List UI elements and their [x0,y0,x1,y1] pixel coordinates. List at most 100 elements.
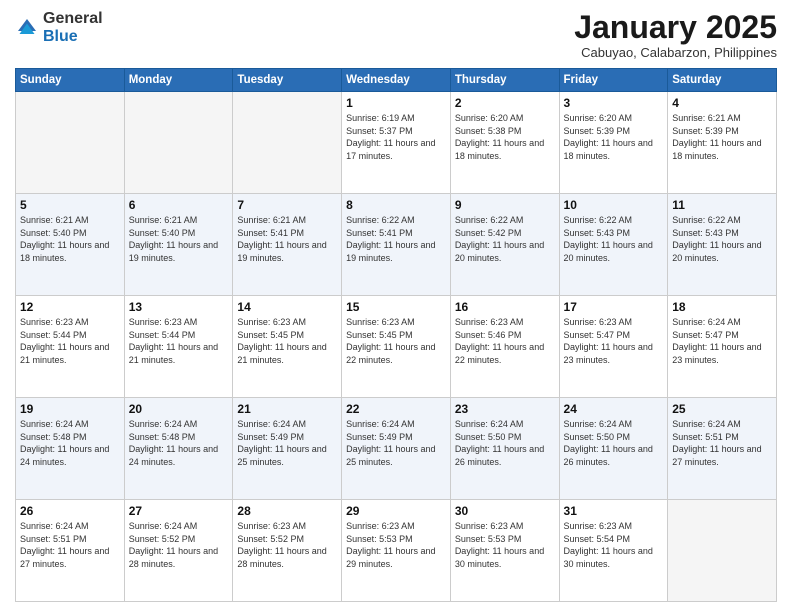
logo: General Blue [15,10,103,45]
logo-text: General Blue [43,10,103,45]
table-row: 18 Sunrise: 6:24 AM Sunset: 5:47 PM Dayli… [668,296,777,398]
calendar-week-row: 5 Sunrise: 6:21 AM Sunset: 5:40 PM Daylig… [16,194,777,296]
day-info: Sunrise: 6:24 AM Sunset: 5:49 PM Dayligh… [237,418,337,468]
table-row: 9 Sunrise: 6:22 AM Sunset: 5:42 PM Daylig… [450,194,559,296]
day-number: 10 [564,198,664,212]
day-number: 23 [455,402,555,416]
table-row: 16Sunrise: 6:23 AM Sunset: 5:46 PM Dayli… [450,296,559,398]
day-info: Sunrise: 6:21 AM Sunset: 5:40 PM Dayligh… [20,214,120,264]
day-info: Sunrise: 6:21 AM Sunset: 5:39 PM Dayligh… [672,112,772,162]
day-info: Sunrise: 6:24 AM Sunset: 5:50 PM Dayligh… [455,418,555,468]
day-number: 21 [237,402,337,416]
table-row: 28Sunrise: 6:23 AM Sunset: 5:52 PM Dayli… [233,500,342,602]
table-row: 15Sunrise: 6:23 AM Sunset: 5:45 PM Dayli… [342,296,451,398]
table-row: 19 Sunrise: 6:24 AM Sunset: 5:48 PM Dayli… [16,398,125,500]
day-number: 9 [455,198,555,212]
day-number: 3 [564,96,664,110]
day-info: Sunrise: 6:22 AM Sunset: 5:41 PM Dayligh… [346,214,446,264]
table-row: 20 Sunrise: 6:24 AM Sunset: 5:48 PM Dayli… [124,398,233,500]
day-number: 11 [672,198,772,212]
table-row: 27Sunrise: 6:24 AM Sunset: 5:52 PM Dayli… [124,500,233,602]
col-monday: Monday [124,69,233,92]
table-row: 7 Sunrise: 6:21 AM Sunset: 5:41 PM Daylig… [233,194,342,296]
col-tuesday: Tuesday [233,69,342,92]
day-info: Sunrise: 6:22 AM Sunset: 5:42 PM Dayligh… [455,214,555,264]
table-row: 23 Sunrise: 6:24 AM Sunset: 5:50 PM Dayli… [450,398,559,500]
day-number: 17 [564,300,664,314]
day-number: 29 [346,504,446,518]
col-wednesday: Wednesday [342,69,451,92]
col-saturday: Saturday [668,69,777,92]
day-info: Sunrise: 6:24 AM Sunset: 5:48 PM Dayligh… [129,418,229,468]
day-info: Sunrise: 6:24 AM Sunset: 5:50 PM Dayligh… [564,418,664,468]
day-number: 26 [20,504,120,518]
day-info: Sunrise: 6:23 AM Sunset: 5:45 PM Dayligh… [237,316,337,366]
day-info: Sunrise: 6:23 AM Sunset: 5:44 PM Dayligh… [129,316,229,366]
col-thursday: Thursday [450,69,559,92]
location-subtitle: Cabuyao, Calabarzon, Philippines [574,45,777,60]
day-number: 25 [672,402,772,416]
day-info: Sunrise: 6:23 AM Sunset: 5:44 PM Dayligh… [20,316,120,366]
table-row: 25 Sunrise: 6:24 AM Sunset: 5:51 PM Dayli… [668,398,777,500]
day-number: 13 [129,300,229,314]
day-info: Sunrise: 6:24 AM Sunset: 5:49 PM Dayligh… [346,418,446,468]
table-row: 11 Sunrise: 6:22 AM Sunset: 5:43 PM Dayli… [668,194,777,296]
day-number: 14 [237,300,337,314]
day-info: Sunrise: 6:24 AM Sunset: 5:51 PM Dayligh… [672,418,772,468]
day-info: Sunrise: 6:23 AM Sunset: 5:47 PM Dayligh… [564,316,664,366]
table-row [668,500,777,602]
day-number: 19 [20,402,120,416]
day-info: Sunrise: 6:20 AM Sunset: 5:39 PM Dayligh… [564,112,664,162]
day-info: Sunrise: 6:23 AM Sunset: 5:45 PM Dayligh… [346,316,446,366]
day-info: Sunrise: 6:22 AM Sunset: 5:43 PM Dayligh… [564,214,664,264]
table-row: 21 Sunrise: 6:24 AM Sunset: 5:49 PM Dayli… [233,398,342,500]
day-number: 8 [346,198,446,212]
day-number: 5 [20,198,120,212]
page: General Blue January 2025 Cabuyao, Calab… [0,0,792,612]
calendar-week-row: 26Sunrise: 6:24 AM Sunset: 5:51 PM Dayli… [16,500,777,602]
day-info: Sunrise: 6:23 AM Sunset: 5:53 PM Dayligh… [346,520,446,570]
table-row: 1 Sunrise: 6:19 AM Sunset: 5:37 PM Daylig… [342,92,451,194]
table-row: 30Sunrise: 6:23 AM Sunset: 5:53 PM Dayli… [450,500,559,602]
day-info: Sunrise: 6:21 AM Sunset: 5:40 PM Dayligh… [129,214,229,264]
header: General Blue January 2025 Cabuyao, Calab… [15,10,777,60]
table-row: 29 Sunrise: 6:23 AM Sunset: 5:53 PM Dayli… [342,500,451,602]
month-title: January 2025 [574,10,777,45]
table-row: 2Sunrise: 6:20 AM Sunset: 5:38 PM Daylig… [450,92,559,194]
logo-icon [15,16,39,40]
calendar-header-row: Sunday Monday Tuesday Wednesday Thursday… [16,69,777,92]
day-info: Sunrise: 6:23 AM Sunset: 5:54 PM Dayligh… [564,520,664,570]
day-number: 20 [129,402,229,416]
day-info: Sunrise: 6:23 AM Sunset: 5:52 PM Dayligh… [237,520,337,570]
calendar-week-row: 12Sunrise: 6:23 AM Sunset: 5:44 PM Dayli… [16,296,777,398]
day-number: 1 [346,96,446,110]
day-info: Sunrise: 6:21 AM Sunset: 5:41 PM Dayligh… [237,214,337,264]
col-sunday: Sunday [16,69,125,92]
day-info: Sunrise: 6:19 AM Sunset: 5:37 PM Dayligh… [346,112,446,162]
calendar-week-row: 1 Sunrise: 6:19 AM Sunset: 5:37 PM Daylig… [16,92,777,194]
table-row: 22 Sunrise: 6:24 AM Sunset: 5:49 PM Dayli… [342,398,451,500]
day-info: Sunrise: 6:20 AM Sunset: 5:38 PM Dayligh… [455,112,555,162]
day-number: 30 [455,504,555,518]
day-number: 22 [346,402,446,416]
logo-blue-text: Blue [43,28,103,46]
table-row: 10 Sunrise: 6:22 AM Sunset: 5:43 PM Dayli… [559,194,668,296]
day-number: 18 [672,300,772,314]
table-row: 13 Sunrise: 6:23 AM Sunset: 5:44 PM Dayli… [124,296,233,398]
day-number: 6 [129,198,229,212]
table-row: 4 Sunrise: 6:21 AM Sunset: 5:39 PM Daylig… [668,92,777,194]
day-number: 4 [672,96,772,110]
table-row: 14 Sunrise: 6:23 AM Sunset: 5:45 PM Dayli… [233,296,342,398]
calendar-week-row: 19 Sunrise: 6:24 AM Sunset: 5:48 PM Dayli… [16,398,777,500]
day-info: Sunrise: 6:23 AM Sunset: 5:46 PM Dayligh… [455,316,555,366]
table-row: 6 Sunrise: 6:21 AM Sunset: 5:40 PM Daylig… [124,194,233,296]
day-info: Sunrise: 6:24 AM Sunset: 5:47 PM Dayligh… [672,316,772,366]
day-info: Sunrise: 6:22 AM Sunset: 5:43 PM Dayligh… [672,214,772,264]
table-row: 3 Sunrise: 6:20 AM Sunset: 5:39 PM Daylig… [559,92,668,194]
day-info: Sunrise: 6:24 AM Sunset: 5:48 PM Dayligh… [20,418,120,468]
table-row: 8 Sunrise: 6:22 AM Sunset: 5:41 PM Daylig… [342,194,451,296]
day-number: 7 [237,198,337,212]
calendar-table: Sunday Monday Tuesday Wednesday Thursday… [15,68,777,602]
table-row: 24Sunrise: 6:24 AM Sunset: 5:50 PM Dayli… [559,398,668,500]
table-row: 12Sunrise: 6:23 AM Sunset: 5:44 PM Dayli… [16,296,125,398]
